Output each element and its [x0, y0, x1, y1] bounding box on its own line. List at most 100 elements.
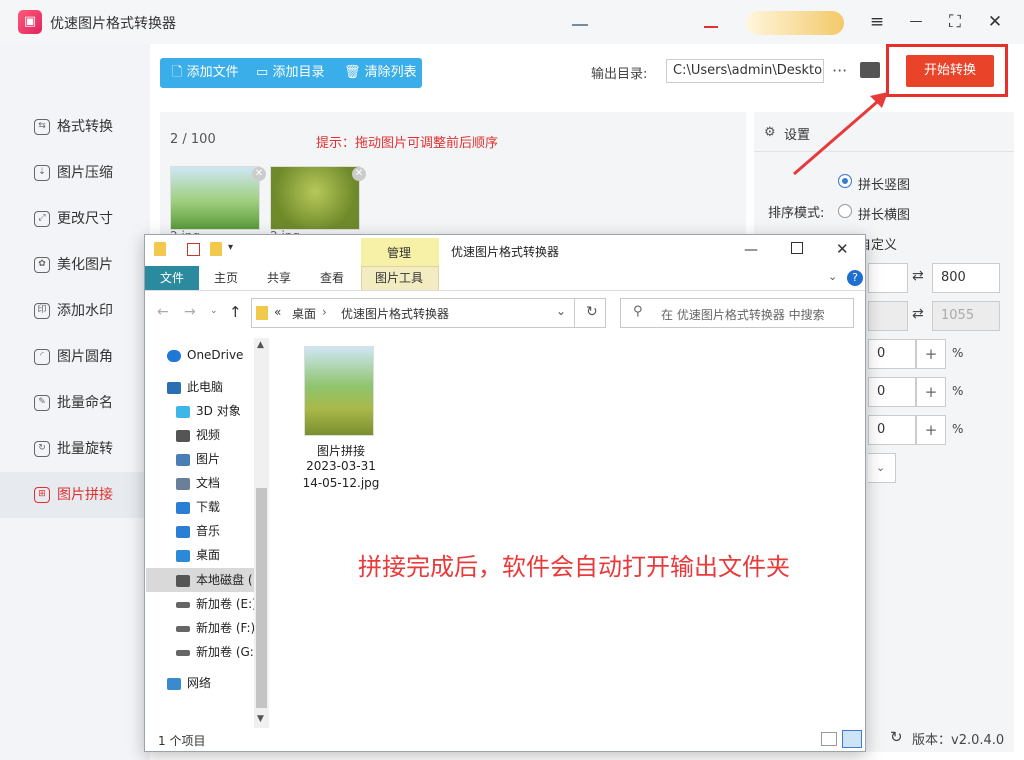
radio-horizontal-stitch[interactable] [838, 204, 852, 218]
sidebar-item-resize[interactable]: ⤢ 更改尺寸 [0, 196, 150, 242]
up-arrow-icon[interactable]: ↑ [229, 303, 242, 321]
refresh-icon[interactable]: ↻ [586, 304, 598, 320]
nav-downloads[interactable]: 下载 [176, 496, 220, 518]
open-folder-icon[interactable] [860, 62, 880, 78]
chevron-down-icon[interactable]: ⌄ [210, 306, 218, 316]
forward-arrow-icon[interactable]: → [184, 304, 196, 320]
increment-button[interactable]: + [916, 415, 946, 445]
resize-icon: ⤢ [34, 211, 50, 227]
sidebar-item-rounded-corner[interactable]: ◜ 图片圆角 [0, 334, 150, 380]
tab-view[interactable]: 查看 [320, 266, 344, 290]
nav-label: 新加卷 (F:) [196, 621, 256, 635]
sidebar-item-label: 添加水印 [57, 303, 113, 319]
close-icon[interactable]: ✕ [982, 10, 1008, 34]
file-name-line[interactable]: 2023-03-31 [291, 459, 391, 473]
nav-label: 3D 对象 [196, 404, 241, 418]
new-folder-icon[interactable] [210, 242, 222, 256]
address-bar[interactable]: « 桌面 › 优速图片格式转换器 ⌄ ↻ [251, 298, 606, 328]
nav-videos[interactable]: 视频 [176, 424, 220, 446]
increment-button[interactable]: + [916, 377, 946, 407]
refresh-icon[interactable]: ↻ [890, 728, 903, 746]
start-convert-button[interactable]: 开始转换 [906, 55, 994, 87]
sidebar-item-stitch[interactable]: ⊞ 图片拼接 [0, 472, 150, 518]
scroll-down-icon[interactable]: ▼ [257, 714, 264, 724]
spacing-field[interactable]: 0 [868, 377, 916, 407]
downloads-icon [176, 501, 190, 514]
chevron-down-icon[interactable]: ▾ [228, 242, 233, 253]
back-arrow-icon[interactable]: ← [157, 304, 169, 320]
sidebar-item-label: 格式转换 [57, 119, 113, 135]
sidebar-item-rename[interactable]: ✎ 批量命名 [0, 380, 150, 426]
nav-label: 新加卷 (E:) [196, 597, 257, 611]
sidebar-item-beautify[interactable]: ✿ 美化图片 [0, 242, 150, 288]
nav-this-pc[interactable]: 此电脑 [167, 376, 223, 398]
help-icon[interactable]: ? [847, 270, 863, 286]
clear-list-button[interactable]: 🗑 清除列表 [344, 58, 417, 88]
sidebar-item-watermark[interactable]: 印添加水印 [0, 288, 150, 334]
file-name-line[interactable]: 图片拼接 [291, 442, 391, 459]
dropdown-select[interactable]: ⌄ [868, 453, 896, 483]
more-options-button[interactable]: ··· [832, 61, 847, 80]
version-label: 版本：v2.0.4.0 [912, 733, 1005, 748]
nav-local-disk[interactable]: 本地磁盘 ( [176, 569, 253, 591]
chevron-down-icon[interactable]: ⌄ [556, 304, 566, 318]
search-box[interactable]: ⚲ 在 优速图片格式转换器 中搜索 [620, 298, 854, 328]
breadcrumb-current[interactable]: 优速图片格式转换器 [341, 305, 449, 322]
sidebar-item-format-convert[interactable]: ⇆ 格式转换 [0, 104, 150, 150]
maximize-icon[interactable]: ⛶ [942, 10, 968, 34]
sidebar-item-rotate[interactable]: ↻ 批量旋转 [0, 426, 150, 472]
chevron-down-icon[interactable]: ⌄ [828, 270, 837, 283]
tab-home[interactable]: 主页 [214, 266, 238, 290]
breadcrumb-desktop[interactable]: 桌面 [292, 305, 316, 322]
chevron-down-icon: ⌄ [876, 461, 886, 474]
scroll-up-icon[interactable]: ▲ [257, 340, 264, 350]
drive-icon [176, 625, 190, 632]
image-thumbnail[interactable] [170, 166, 260, 230]
nav-music[interactable]: 音乐 [176, 520, 220, 542]
scrollbar-thumb[interactable] [256, 488, 267, 708]
image-thumbnail[interactable] [270, 166, 360, 230]
minimize-icon[interactable]: — [744, 242, 758, 258]
file-icon: 🗋 [172, 65, 183, 80]
nav-onedrive[interactable]: OneDrive [167, 344, 243, 366]
details-view-icon[interactable] [821, 732, 837, 746]
nav-drive-e[interactable]: 新加卷 (E:) [176, 593, 257, 615]
vip-banner[interactable] [746, 11, 844, 35]
option-horizontal-label: 拼长横图 [858, 208, 911, 223]
watermark-icon: 印 [34, 303, 50, 319]
properties-icon[interactable] [187, 243, 200, 256]
tab-file[interactable]: 文件 [145, 266, 199, 290]
nav-drive-g[interactable]: 新加卷 (G: [176, 641, 254, 663]
file-thumbnail[interactable] [304, 346, 374, 436]
tab-share[interactable]: 共享 [267, 266, 291, 290]
spacing-field[interactable]: 0 [868, 415, 916, 445]
add-file-button[interactable]: 🗋 添加文件 [172, 58, 239, 88]
breadcrumb-overflow[interactable]: « [274, 305, 281, 319]
spacing-field[interactable]: 0 [868, 339, 916, 369]
output-path-input[interactable]: C:\Users\admin\Deskto [666, 59, 824, 83]
ribbon-divider [145, 290, 865, 291]
minimize-icon[interactable]: — [903, 10, 929, 34]
large-icons-view-icon[interactable] [842, 730, 862, 748]
sidebar-item-label: 图片压缩 [57, 165, 113, 181]
context-tab-manage[interactable]: 管理 [387, 244, 411, 261]
sidebar-item-compress[interactable]: ⇣ 图片压缩 [0, 150, 150, 196]
close-icon[interactable]: ✕ [836, 240, 849, 258]
remove-icon[interactable]: ✕ [252, 167, 266, 181]
nav-drive-f[interactable]: 新加卷 (F:) [176, 617, 255, 639]
add-dir-button[interactable]: ▭ 添加目录 [256, 58, 324, 88]
menu-icon[interactable]: ≡ [864, 10, 890, 34]
remove-icon[interactable]: ✕ [352, 167, 366, 181]
width-left-field[interactable] [868, 263, 908, 293]
file-name-line[interactable]: 14-05-12.jpg [291, 476, 391, 490]
breadcrumb-separator: › [322, 305, 327, 319]
nav-pictures[interactable]: 图片 [176, 448, 220, 470]
toolbar-button-group: 🗋 添加文件 ▭ 添加目录 🗑 清除列表 [160, 58, 422, 88]
nav-desktop[interactable]: 桌面 [176, 544, 220, 566]
maximize-icon[interactable] [791, 242, 803, 254]
nav-3d-objects[interactable]: 3D 对象 [176, 400, 241, 422]
nav-network[interactable]: 网络 [167, 672, 211, 694]
width-field[interactable]: 800 [932, 263, 1000, 293]
nav-documents[interactable]: 文档 [176, 472, 220, 494]
increment-button[interactable]: + [916, 339, 946, 369]
